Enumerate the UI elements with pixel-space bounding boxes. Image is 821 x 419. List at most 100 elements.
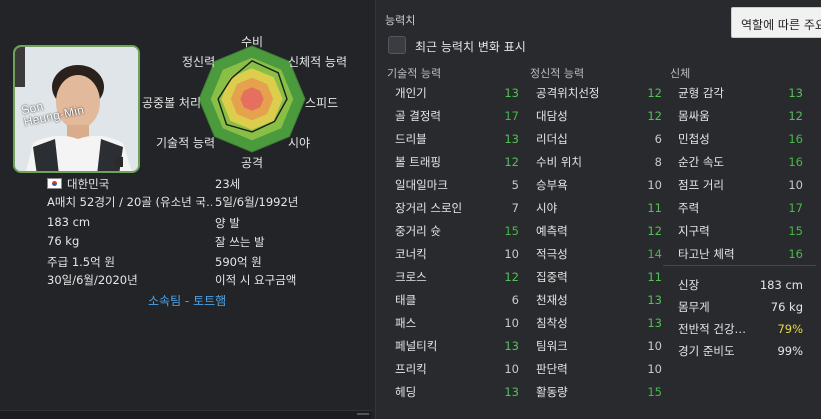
radar-label-defense: 수비 [241,35,264,49]
attribute-row[interactable]: 침착성 13 [536,312,662,335]
role-key-attributes-button[interactable]: 역할에 따른 주요 [731,7,821,38]
attribute-row[interactable]: 볼 트래핑 12 [395,151,519,174]
attribute-row[interactable]: 타고난 체력 16 [678,243,803,266]
attribute-value: 5 [511,178,519,192]
attribute-row[interactable]: 크로스 12 [395,266,519,289]
body-stat-name: 신장 [678,278,700,292]
attribute-row[interactable]: 주력 17 [678,197,803,220]
attribute-row[interactable]: 순간 속도 16 [678,151,803,174]
attribute-name: 몸싸움 [678,109,710,123]
attribute-row[interactable]: 팀워크 10 [536,335,662,358]
body-stat-name: 경기 준비도 [678,344,735,358]
attribute-name: 태클 [395,293,417,307]
attribute-name: 골 결정력 [395,109,441,123]
attribute-name: 집중력 [536,270,568,284]
attribute-name: 순간 속도 [678,155,724,169]
attribute-value: 17 [788,201,803,215]
radar-label-technical: 기술적 능력 [156,136,216,150]
attribute-name: 개인기 [395,86,427,100]
attribute-row[interactable]: 민첩성 16 [678,128,803,151]
attribute-value: 15 [504,224,519,238]
mental-header: 정신적 능력 [530,67,585,80]
international-caps[interactable]: A매치 52경기 / 20골 (유소년 국… [47,194,212,210]
attribute-name: 점프 거리 [678,178,724,192]
attribute-name: 헤딩 [395,385,417,399]
attribute-name: 활동량 [536,385,568,399]
attribute-value: 12 [788,109,803,123]
attribute-row[interactable]: 수비 위치 8 [536,151,662,174]
body-stat-name: 몸무게 [678,300,710,314]
attribute-row[interactable]: 리더십 6 [536,128,662,151]
transfer-status: 이적 시 요구금액 [215,273,297,287]
body-stat-value: 79% [777,322,803,336]
attribute-row[interactable]: 천재성 13 [536,289,662,312]
nationality: 대한민국 [47,176,109,192]
show-changes-checkbox[interactable] [388,36,406,54]
attribute-row[interactable]: 장거리 스로인 7 [395,197,519,220]
radar-label-attack: 공격 [241,156,264,170]
attribute-row[interactable]: 집중력 11 [536,266,662,289]
attribute-name: 볼 트래핑 [395,155,441,169]
radar-label-physical: 신체적 능력 [288,55,348,69]
attribute-row[interactable]: 일대일마크 5 [395,174,519,197]
attribute-row[interactable]: 대담성 12 [536,105,662,128]
attribute-value: 17 [504,109,519,123]
resize-handle[interactable] [357,413,369,415]
attribute-row[interactable]: 패스 10 [395,312,519,335]
attribute-row[interactable]: 예측력 12 [536,220,662,243]
attribute-row[interactable]: 중거리 슛 15 [395,220,519,243]
attributes-panel: 능력치 역할에 따른 주요 최근 능력치 변화 표시 기술적 능력 정신적 능력… [375,0,821,419]
attribute-name: 대담성 [536,109,568,123]
attribute-value: 12 [647,109,662,123]
player-profile-panel: Son Heung-Min 수비 신체적 능력 스피드 시야 공격 기술적 능력 … [0,0,372,419]
club-link[interactable]: 소속팀 - 토트햄 [148,292,226,309]
attribute-value: 10 [647,339,662,353]
attribute-row[interactable]: 공격위치선정 12 [536,82,662,105]
birth-date: 5일/6월/1992년 [215,195,299,209]
attribute-row[interactable]: 태클 6 [395,289,519,312]
attribute-row[interactable]: 판단력 10 [536,358,662,381]
attribute-row[interactable]: 페널티킥 13 [395,335,519,358]
body-stat-row: 몸무게 76 kg [678,296,803,318]
attribute-value: 15 [788,224,803,238]
attribute-row[interactable]: 지구력 15 [678,220,803,243]
attribute-value: 13 [504,385,519,399]
attribute-name: 프리킥 [395,362,427,376]
physical-header: 신체 [670,67,691,80]
attribute-name: 중거리 슛 [395,224,441,238]
attribute-value: 12 [647,224,662,238]
attribute-name: 장거리 스로인 [395,201,463,215]
attribute-name: 공격위치선정 [536,86,600,100]
attribute-row[interactable]: 균형 감각 13 [678,82,803,105]
attribute-row[interactable]: 점프 거리 10 [678,174,803,197]
body-stat-name: 전반적 건강… [678,322,747,336]
attribute-name: 팀워크 [536,339,568,353]
attribute-name: 일대일마크 [395,178,448,192]
body-stat-row: 신장 183 cm [678,274,803,296]
attribute-row[interactable]: 활동량 15 [536,381,662,404]
show-changes-label[interactable]: 최근 능력치 변화 표시 [415,38,526,55]
attribute-row[interactable]: 드리블 13 [395,128,519,151]
attribute-name: 리더십 [536,132,568,146]
attribute-name: 시야 [536,201,558,215]
attribute-row[interactable]: 몸싸움 12 [678,105,803,128]
attribute-row[interactable]: 코너킥 10 [395,243,519,266]
radar-label-mental: 정신력 [182,55,216,69]
mental-attributes-list: 공격위치선정 12 대담성 12 리더십 6 수비 위치 8 승부욕 10 시야 11 예측력 12 적극성… [536,82,662,404]
attribute-name: 판단력 [536,362,568,376]
korea-flag-icon [47,178,62,189]
attribute-value: 7 [511,201,519,215]
attribute-value: 10 [504,316,519,330]
attribute-row[interactable]: 시야 11 [536,197,662,220]
attribute-value: 13 [788,86,803,100]
attribute-row[interactable]: 승부욕 10 [536,174,662,197]
attribute-row[interactable]: 개인기 13 [395,82,519,105]
attribute-name: 드리블 [395,132,427,146]
attribute-row[interactable]: 프리킥 10 [395,358,519,381]
attribute-row[interactable]: 골 결정력 17 [395,105,519,128]
attribute-name: 균형 감각 [678,86,724,100]
attribute-row[interactable]: 적극성 14 [536,243,662,266]
body-stat-row: 전반적 건강… 79% [678,318,803,340]
physical-attributes-list: 균형 감각 13 몸싸움 12 민첩성 16 순간 속도 16 점프 거리 10 주력 17 지구력 15… [678,82,803,266]
attribute-row[interactable]: 헤딩 13 [395,381,519,404]
